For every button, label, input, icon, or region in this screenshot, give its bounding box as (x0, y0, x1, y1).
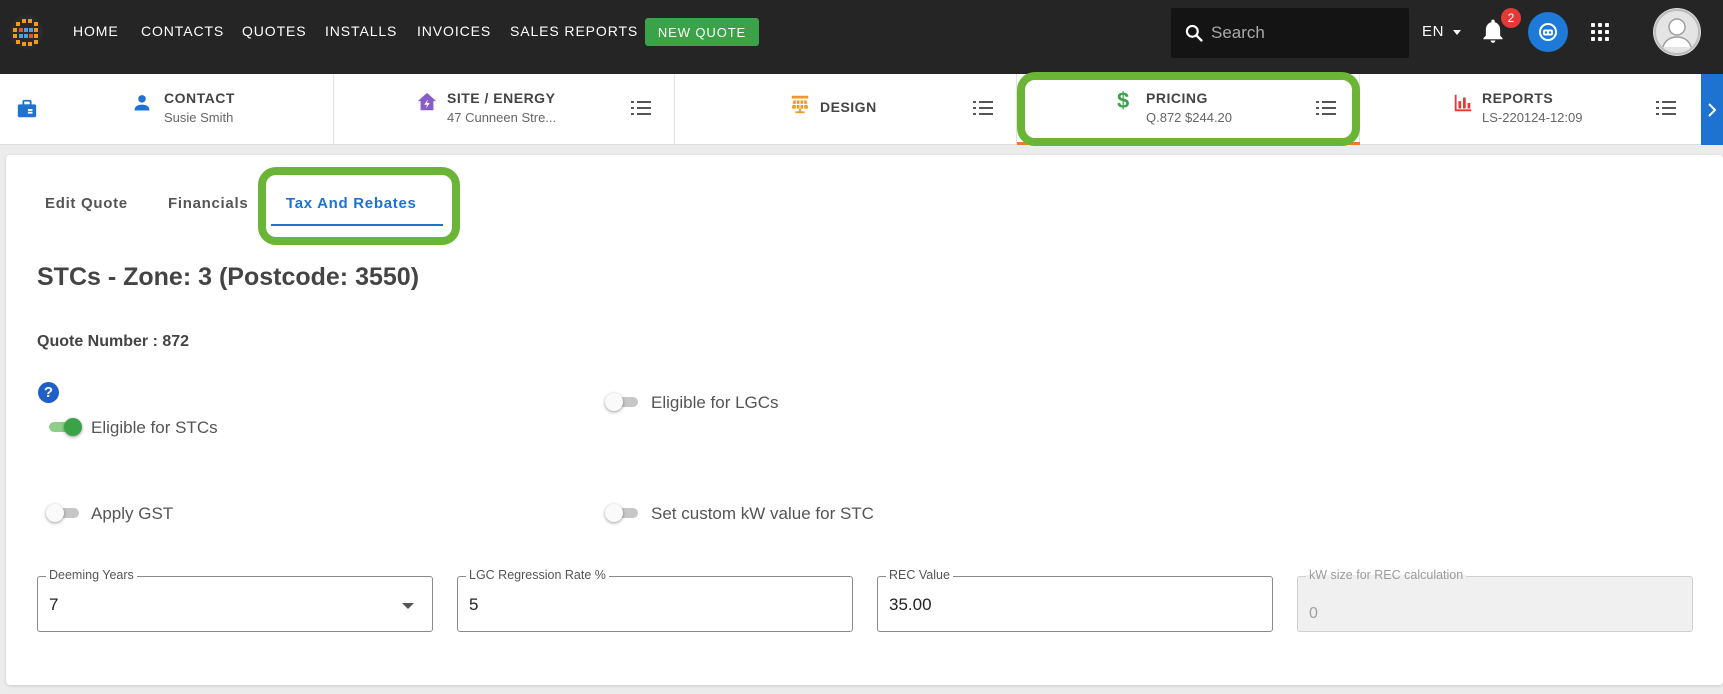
tax-rebates-panel: Edit Quote Financials Tax And Rebates ST… (6, 155, 1723, 685)
lgc-regression-rate-value: 5 (469, 595, 479, 614)
apply-gst-label: Apply GST (91, 504, 174, 523)
search-input[interactable] (1211, 21, 1396, 45)
lgc-regression-rate-label: LGC Regression Rate % (466, 568, 609, 582)
notification-count-badge: 2 (1501, 8, 1521, 28)
nav-contacts[interactable]: CONTACTS (141, 23, 224, 39)
house-energy-icon (417, 92, 437, 111)
step-design[interactable]: DESIGN (675, 74, 1017, 145)
apps-grid-icon[interactable] (1591, 23, 1609, 41)
tab-tax-and-rebates[interactable]: Tax And Rebates (286, 195, 417, 212)
step-design-title: DESIGN (820, 99, 877, 115)
help-icon[interactable]: ? (38, 382, 59, 403)
nav-home[interactable]: HOME (73, 23, 119, 39)
rec-value-label: REC Value (886, 568, 953, 582)
search-box (1171, 8, 1409, 58)
dollar-icon: $ (1117, 88, 1130, 113)
tab-financials[interactable]: Financials (168, 195, 248, 212)
deeming-years-label: Deeming Years (46, 568, 137, 582)
nav-quotes[interactable]: QUOTES (242, 23, 307, 39)
assistant-icon (1539, 23, 1557, 41)
page-title: STCs - Zone: 3 (Postcode: 3550) (37, 263, 420, 291)
custom-kw-toggle[interactable] (605, 503, 641, 523)
eligible-lgcs-toggle[interactable] (605, 392, 641, 412)
eligible-stcs-label: Eligible for STCs (91, 418, 218, 437)
step-contact-title: CONTACT (164, 90, 235, 106)
quote-steps-bar: CONTACT Susie Smith SITE / ENERGY 47 Cun… (0, 74, 1723, 145)
list-icon[interactable] (973, 100, 993, 116)
briefcase-icon[interactable] (16, 98, 38, 120)
nav-installs[interactable]: INSTALLS (325, 23, 397, 39)
step-reports-subtitle: LS-220124-12:09 (1482, 110, 1583, 125)
step-reports[interactable]: REPORTS LS-220124-12:09 (1360, 74, 1701, 145)
chevron-down-icon (1453, 30, 1461, 35)
list-icon[interactable] (631, 100, 651, 116)
quote-number: Quote Number : 872 (37, 333, 190, 350)
step-site-subtitle: 47 Cunneen Stre... (447, 110, 557, 125)
tab-edit-quote[interactable]: Edit Quote (45, 195, 128, 212)
active-step-underline (1017, 142, 1360, 145)
deeming-years-select[interactable]: Deeming Years 7 (37, 568, 433, 632)
user-icon (1654, 9, 1700, 55)
eligible-stcs-toggle[interactable] (46, 417, 82, 437)
step-pricing[interactable]: $ PRICING Q.872 $244.20 (1017, 74, 1360, 145)
eligible-lgcs-label: Eligible for LGCs (651, 393, 779, 412)
language-selector[interactable]: EN (1422, 23, 1444, 40)
company-logo[interactable] (8, 14, 44, 50)
step-site-energy[interactable]: SITE / ENERGY 47 Cunneen Stre... (334, 74, 675, 145)
chevron-right-icon (1708, 102, 1717, 117)
search-icon (1185, 24, 1203, 42)
kw-size-value: 0 (1309, 605, 1318, 622)
list-icon[interactable] (1656, 100, 1676, 116)
nav-sales-reports[interactable]: SALES REPORTS (510, 23, 638, 39)
bar-chart-icon (1454, 94, 1472, 112)
step-contact-subtitle: Susie Smith (164, 110, 234, 125)
list-icon[interactable] (1316, 100, 1336, 116)
step-pricing-title: PRICING (1146, 90, 1208, 106)
step-contact[interactable]: CONTACT Susie Smith (75, 74, 334, 145)
rec-value-value: 35.00 (889, 595, 932, 614)
apply-gst-toggle[interactable] (46, 503, 82, 523)
user-avatar[interactable] (1653, 8, 1701, 56)
person-icon (134, 95, 150, 111)
deeming-years-value: 7 (49, 595, 59, 614)
kw-size-field: kW size for REC calculation 0 (1297, 568, 1693, 632)
solar-panel-icon (791, 95, 809, 114)
rec-value-field[interactable]: REC Value 35.00 (877, 568, 1273, 632)
step-site-title: SITE / ENERGY (447, 90, 556, 106)
chevron-down-icon (402, 603, 414, 609)
step-pricing-subtitle: Q.872 $244.20 (1146, 110, 1233, 125)
step-reports-title: REPORTS (1482, 90, 1554, 106)
steps-next-button[interactable] (1701, 74, 1723, 145)
nav-invoices[interactable]: INVOICES (417, 23, 491, 39)
top-navigation-bar: HOME CONTACTS QUOTES INSTALLS INVOICES S… (0, 0, 1723, 74)
lgc-regression-rate-field[interactable]: LGC Regression Rate % 5 (457, 568, 853, 632)
assistant-button[interactable] (1528, 12, 1568, 52)
new-quote-button[interactable]: NEW QUOTE (645, 18, 759, 46)
kw-size-label: kW size for REC calculation (1306, 568, 1467, 582)
custom-kw-label: Set custom kW value for STC (651, 504, 874, 523)
active-tab-underline (271, 224, 443, 226)
